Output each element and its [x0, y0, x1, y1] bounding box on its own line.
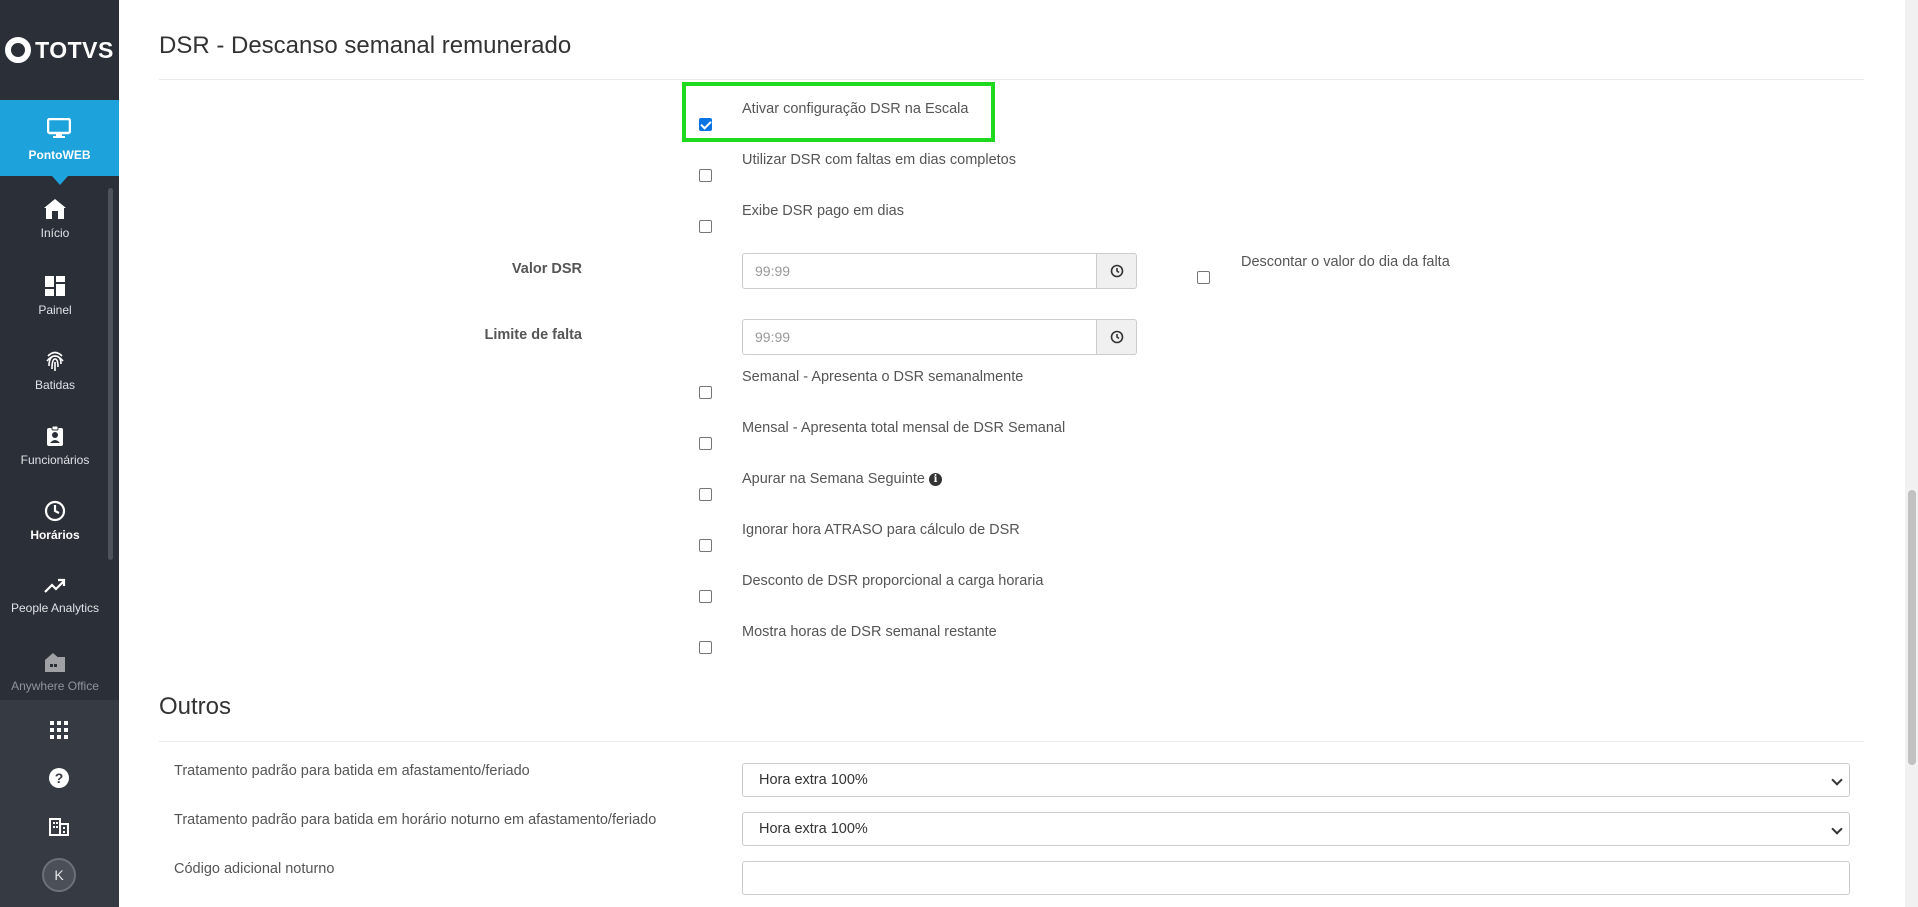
- clock-icon: [1110, 330, 1123, 344]
- logo-text: TOTVS: [35, 36, 114, 63]
- select-tratamento-afastamento[interactable]: Hora extra 100%: [742, 763, 1850, 797]
- clock-icon: [44, 500, 66, 522]
- sidebar-item-label: PontoWEB: [28, 148, 91, 162]
- limite-falta-clock-button[interactable]: [1097, 319, 1137, 355]
- checkbox-ativar-dsr[interactable]: [699, 118, 712, 131]
- label-descontar-falta: Descontar o valor do dia da falta: [1241, 254, 1450, 270]
- label-ignorar-atraso: Ignorar hora ATRASO para cálculo de DSR: [742, 522, 1020, 538]
- label-exibe-dsr-dias: Exibe DSR pago em dias: [742, 203, 904, 219]
- codigo-adicional-noturno-input[interactable]: [742, 861, 1850, 895]
- sidebar-item-label: Painel: [38, 303, 72, 317]
- sidebar-item-funcionarios[interactable]: Funcionários: [0, 425, 110, 467]
- sidebar-item-pontoweb[interactable]: PontoWEB: [0, 100, 119, 185]
- monitor-icon: [47, 118, 71, 138]
- building-icon[interactable]: [47, 814, 71, 838]
- select-tratamento-noturno[interactable]: Hora extra 100%: [742, 812, 1850, 846]
- label-dsr-faltas: Utilizar DSR com faltas em dias completo…: [742, 152, 1016, 168]
- label-apurar-semana-text: Apurar na Semana Seguinte: [742, 471, 925, 487]
- valor-dsr-clock-button[interactable]: [1097, 253, 1137, 289]
- label-ativar-dsr: Ativar configuração DSR na Escala: [742, 101, 969, 117]
- clock-icon: [1110, 264, 1123, 278]
- label-tratamento-afastamento: Tratamento padrão para batida em afastam…: [174, 763, 530, 779]
- checkbox-apurar-semana[interactable]: [699, 488, 712, 501]
- trending-up-icon: [44, 578, 66, 593]
- limite-falta-input[interactable]: 99:99: [742, 319, 1097, 355]
- chevron-down-icon: [1831, 774, 1843, 786]
- checkbox-semanal[interactable]: [699, 386, 712, 399]
- sidebar-item-horarios[interactable]: Horários: [0, 500, 110, 542]
- label-mostra-horas: Mostra horas de DSR semanal restante: [742, 624, 997, 640]
- checkbox-exibe-dsr-dias[interactable]: [699, 220, 712, 233]
- sidebar-item-batidas[interactable]: Batidas: [0, 350, 110, 392]
- chevron-down-icon: [1831, 823, 1843, 835]
- section-title-dsr: DSR - Descanso semanal remunerado: [159, 32, 572, 59]
- valor-dsr-input[interactable]: 99:99: [742, 253, 1097, 289]
- select-value: Hora extra 100%: [759, 772, 868, 788]
- dashboard-icon: [45, 276, 65, 296]
- label-tratamento-noturno: Tratamento padrão para batida em horário…: [174, 812, 657, 828]
- sidebar-item-label: Início: [40, 226, 70, 240]
- label-mensal: Mensal - Apresenta total mensal de DSR S…: [742, 420, 1066, 436]
- sidebar-item-painel[interactable]: Painel: [0, 275, 110, 317]
- checkbox-mensal[interactable]: [699, 437, 712, 450]
- svg-text:?: ?: [55, 770, 64, 786]
- sidebar-item-label: Horários: [30, 528, 80, 542]
- label-limite-falta: Limite de falta: [484, 327, 583, 343]
- section-title-outros: Outros: [159, 693, 232, 720]
- sidebar-item-people-analytics[interactable]: People Analytics: [0, 577, 110, 615]
- totvs-logo-icon: [5, 37, 32, 63]
- select-value: Hora extra 100%: [759, 821, 868, 837]
- label-apurar-semana: Apurar na Semana Seguinte i: [742, 471, 942, 487]
- checkbox-dsr-faltas[interactable]: [699, 169, 712, 182]
- checkbox-desconto-proporcional[interactable]: [699, 590, 712, 603]
- scrollbar-thumb[interactable]: [1908, 490, 1916, 765]
- sidebar-item-label: Anywhere Office: [11, 679, 99, 693]
- main-content: DSR - Descanso semanal remunerado Ativar…: [135, 0, 1895, 907]
- sidebar-item-label: People Analytics: [10, 601, 100, 615]
- sidebar-item-label: Funcionários: [20, 453, 90, 467]
- divider: [159, 741, 1864, 742]
- badge-icon: [47, 425, 63, 446]
- info-icon[interactable]: i: [929, 473, 942, 486]
- label-codigo-adicional-noturno: Código adicional noturno: [174, 861, 335, 877]
- label-valor-dsr: Valor DSR: [511, 261, 582, 277]
- sidebar-item-label: Batidas: [34, 378, 76, 392]
- help-icon[interactable]: ?: [47, 766, 71, 790]
- sidebar: TOTVS PontoWEB Início Painel Batidas Fun…: [0, 0, 119, 907]
- home-icon: [44, 199, 66, 219]
- checkbox-mostra-horas[interactable]: [699, 641, 712, 654]
- label-desconto-proporcional: Desconto de DSR proporcional a carga hor…: [742, 573, 1044, 589]
- checkbox-descontar-falta[interactable]: [1197, 271, 1210, 284]
- totvs-logo[interactable]: TOTVS: [0, 0, 119, 100]
- page-scrollbar[interactable]: [1905, 0, 1918, 907]
- sidebar-item-inicio[interactable]: Início: [0, 198, 110, 240]
- avatar[interactable]: K: [42, 858, 76, 892]
- checkbox-ignorar-atraso[interactable]: [699, 539, 712, 552]
- sidebar-item-anywhere-office[interactable]: Anywhere Office: [0, 651, 110, 693]
- fingerprint-icon: [46, 351, 64, 371]
- apps-grid-icon[interactable]: [47, 718, 71, 742]
- divider: [159, 79, 1864, 80]
- label-semanal: Semanal - Apresenta o DSR semanalmente: [742, 369, 1024, 385]
- office-icon: [45, 653, 65, 672]
